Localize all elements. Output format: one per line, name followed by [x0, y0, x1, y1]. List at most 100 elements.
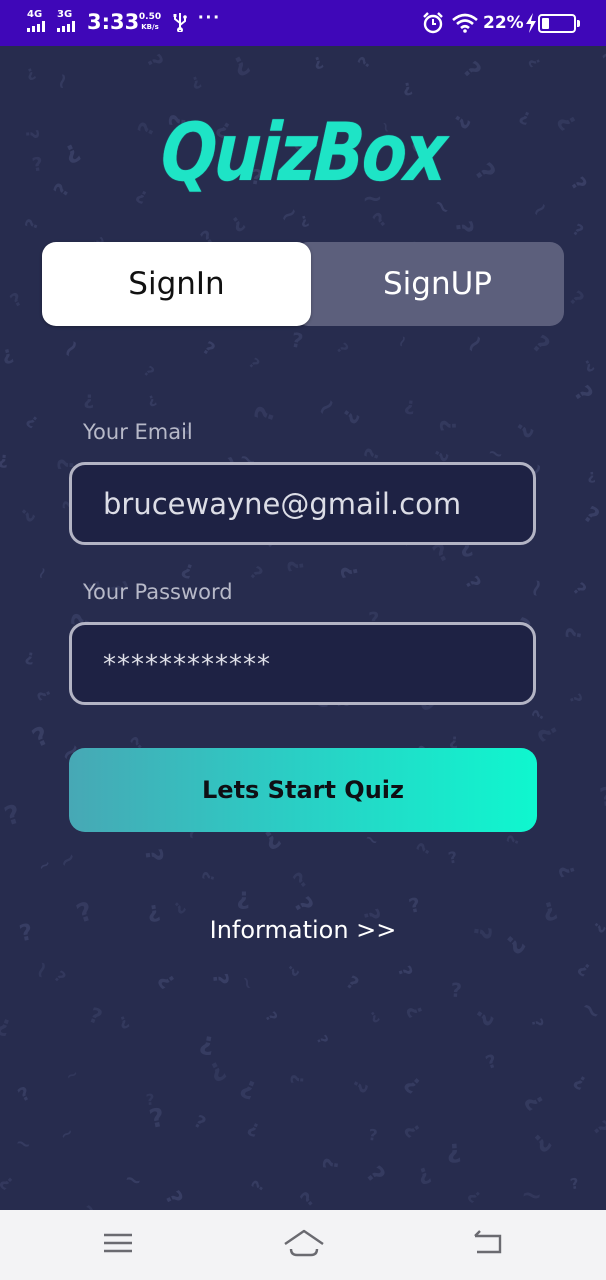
pattern-glyph: ¿: [448, 219, 475, 235]
start-quiz-button[interactable]: Lets Start Quiz: [69, 748, 537, 832]
pattern-glyph: ¿: [249, 1178, 269, 1195]
pattern-glyph: ¿: [225, 209, 248, 234]
pattern-glyph: ¿: [580, 354, 596, 374]
pattern-glyph: ¿: [321, 1157, 346, 1172]
pattern-glyph: ?: [342, 973, 362, 995]
pattern-glyph: ?: [0, 449, 9, 470]
pattern-glyph: ~: [574, 994, 606, 1028]
pattern-glyph: ¿: [201, 870, 221, 884]
pattern-glyph: ¿: [298, 210, 311, 229]
pattern-glyph: ¿: [245, 1116, 263, 1139]
pattern-glyph: ?: [27, 720, 53, 753]
pattern-glyph: ¿: [358, 1163, 389, 1191]
network-type-1: 4G: [27, 9, 43, 20]
pattern-glyph: ¿: [7, 290, 26, 313]
pattern-glyph: ?: [565, 691, 586, 706]
status-bar: 4G 3G 3:33 0.50 KB/s ··· 22%: [0, 0, 606, 46]
pattern-glyph: ¿: [530, 708, 550, 724]
pattern-glyph: ?: [587, 468, 596, 484]
pattern-glyph: ?: [566, 173, 591, 195]
network-type-2: 3G: [57, 9, 73, 20]
password-field[interactable]: ************: [69, 622, 536, 705]
pattern-glyph: ~: [64, 1066, 82, 1086]
pattern-glyph: ¿: [346, 1075, 371, 1095]
tab-signin[interactable]: SignIn: [42, 242, 311, 326]
pattern-glyph: ¿: [456, 58, 484, 85]
pattern-glyph: ¿: [578, 503, 603, 531]
tab-signup[interactable]: SignUP: [311, 242, 564, 326]
pattern-glyph: ?: [528, 1017, 546, 1029]
signal-icon: [27, 21, 45, 32]
pattern-glyph: ~: [457, 326, 493, 360]
pattern-glyph: ¿: [335, 403, 362, 426]
home-icon[interactable]: [283, 1228, 325, 1258]
pattern-glyph: ?: [288, 1074, 308, 1085]
pattern-glyph: ¿: [400, 75, 413, 97]
pattern-glyph: ?: [598, 782, 606, 813]
pattern-glyph: ¿: [401, 1069, 427, 1096]
pattern-glyph: ¿: [524, 1125, 554, 1156]
information-link[interactable]: Information >>: [0, 916, 606, 944]
pattern-glyph: ?: [0, 343, 16, 368]
pattern-glyph: ¿: [35, 685, 57, 703]
pattern-glyph: ?: [588, 1116, 606, 1140]
pattern-glyph: ¿: [392, 964, 415, 981]
pattern-glyph: ?: [236, 1073, 261, 1105]
charging-icon: [526, 13, 536, 33]
pattern-glyph: ~: [392, 332, 413, 351]
signal-icon-2: [57, 21, 75, 32]
pattern-glyph: ~: [309, 389, 344, 424]
pattern-glyph: ?: [296, 1188, 319, 1210]
pattern-glyph: ¿: [2, 801, 25, 834]
pattern-glyph: ?: [527, 329, 556, 359]
pattern-glyph: ?: [519, 1089, 550, 1115]
pattern-glyph: ?: [0, 1171, 18, 1193]
pattern-glyph: ?: [31, 154, 45, 176]
pattern-glyph: ?: [361, 446, 385, 464]
pattern-glyph: ¿: [179, 555, 197, 580]
pattern-glyph: ?: [565, 286, 589, 311]
pattern-glyph: ?: [190, 1112, 208, 1134]
pattern-glyph: ¿: [310, 50, 325, 71]
pattern-glyph: ¿: [15, 503, 38, 525]
pattern-glyph: ¿: [575, 957, 595, 979]
pattern-glyph: ~: [521, 575, 554, 602]
pattern-glyph: ?: [367, 1126, 378, 1145]
pattern-glyph: ~: [35, 855, 54, 875]
menu-icon[interactable]: [103, 1228, 133, 1258]
navigation-bar: [0, 1210, 606, 1280]
pattern-glyph: ¿: [290, 869, 314, 895]
pattern-glyph: ?: [83, 390, 94, 411]
pattern-glyph: ~: [121, 1167, 145, 1195]
battery-percentage: 22%: [483, 13, 524, 33]
pattern-glyph: ¿: [85, 1005, 105, 1032]
clock: 3:33: [87, 10, 140, 34]
pattern-glyph: ¿: [23, 62, 38, 82]
pattern-glyph: ?: [140, 364, 157, 381]
pattern-glyph: ¿: [465, 1184, 486, 1205]
more-notifications-icon: ···: [198, 7, 221, 29]
pattern-glyph: ?: [436, 418, 462, 432]
alarm-icon: [423, 12, 443, 34]
pattern-glyph: ?: [147, 1103, 167, 1135]
pattern-glyph: ?: [198, 338, 218, 360]
pattern-glyph: ~: [48, 70, 76, 92]
pattern-glyph: ?: [570, 1070, 590, 1093]
login-screen: ¿~??¿¿?¿¿¿??????~~???????¿?~~~?~??¿?¿¿¿?…: [0, 46, 606, 1210]
app-logo: QuizBox: [158, 106, 448, 199]
usb-icon: [173, 13, 187, 32]
pattern-glyph: ~: [32, 564, 53, 582]
pattern-glyph: ?: [169, 897, 189, 917]
back-icon[interactable]: [471, 1228, 503, 1258]
pattern-glyph: ¿: [468, 1004, 497, 1030]
speed-value: 0.50: [138, 12, 162, 22]
pattern-glyph: ~: [54, 846, 83, 875]
pattern-glyph: ?: [401, 1001, 428, 1021]
email-field[interactable]: brucewayne@gmail.com: [69, 462, 536, 545]
pattern-glyph: ¿: [413, 1160, 433, 1188]
pattern-glyph: ?: [282, 558, 308, 574]
pattern-glyph: ?: [561, 625, 587, 641]
pattern-glyph: ¿: [403, 394, 416, 416]
pattern-glyph: ?: [142, 50, 169, 72]
pattern-glyph: ?: [366, 1007, 382, 1025]
